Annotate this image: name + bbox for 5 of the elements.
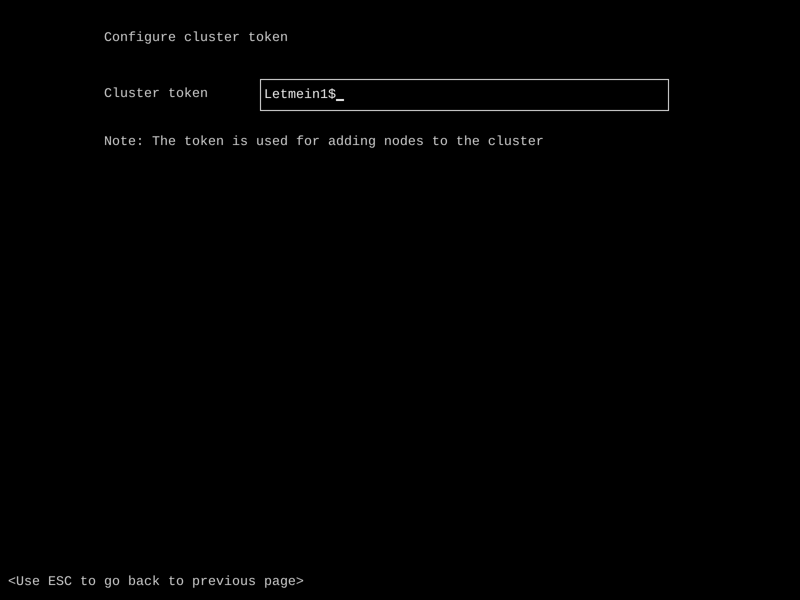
footer-hint: <Use ESC to go back to previous page> [7,575,305,591]
note-text: Note: The token is used for adding nodes to the cluster [104,135,545,151]
page-title: Configure cluster token [104,31,289,47]
token-input-field[interactable]: Letmein1$ [260,79,669,111]
field-label: Cluster token [104,87,209,103]
